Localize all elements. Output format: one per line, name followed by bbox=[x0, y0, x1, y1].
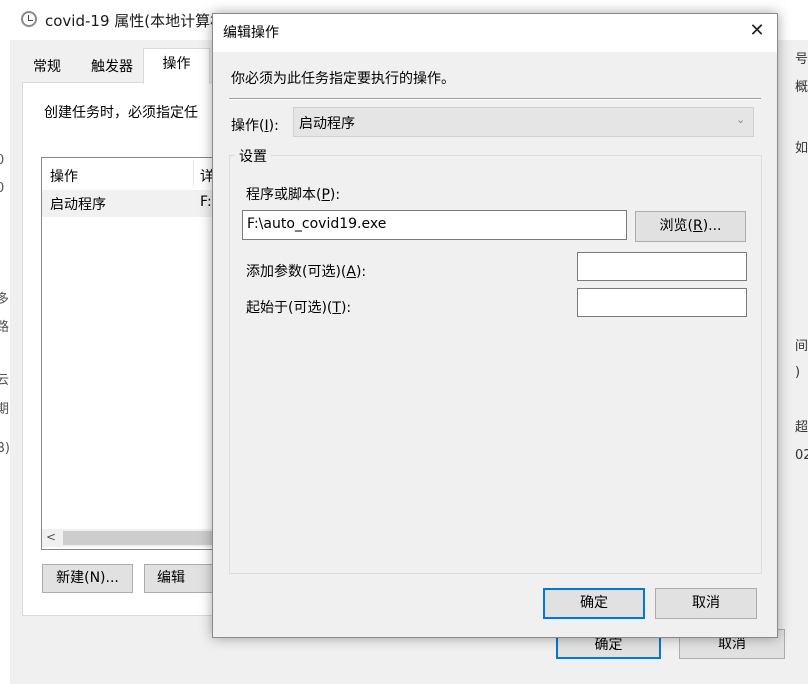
label-text: ): bbox=[355, 264, 367, 280]
row-action-cell: 启动程序 bbox=[50, 197, 106, 213]
settings-group-label: 设置 bbox=[235, 146, 271, 166]
start-in-input[interactable] bbox=[577, 288, 747, 317]
button-text: 浏览( bbox=[659, 218, 693, 234]
label-text: 添加参数(可选)( bbox=[246, 264, 347, 280]
fragment-text: 02 bbox=[795, 448, 808, 463]
access-key: R bbox=[692, 218, 703, 234]
label-text: ): bbox=[340, 300, 352, 316]
button-text: )... bbox=[702, 218, 722, 234]
browse-button[interactable]: 浏览(R)... bbox=[635, 211, 746, 242]
fragment-text: 多 bbox=[0, 292, 10, 307]
dialog-instruction: 你必须为此任务指定要执行的操作。 bbox=[231, 71, 455, 87]
left-edge-window-fragment: 0 0 多 路 云 期 B) bbox=[0, 0, 10, 684]
program-label: 程序或脚本(P): bbox=[246, 184, 340, 204]
dialog-title: 编辑操作 bbox=[223, 25, 279, 41]
label-text: 程序或脚本( bbox=[246, 187, 322, 203]
scroll-left-icon[interactable]: < bbox=[46, 530, 56, 544]
right-edge-window-fragment: 号 概 如 间 ) 超 02 bbox=[795, 40, 808, 684]
fragment-text: 云 bbox=[0, 373, 10, 388]
label-text: 起始于(可选)( bbox=[246, 300, 333, 316]
label-text: ): bbox=[329, 187, 341, 203]
program-input-value[interactable]: F:\auto_covid19.exe bbox=[247, 216, 386, 232]
access-key: P bbox=[321, 187, 330, 203]
fragment-text: 超 bbox=[795, 420, 808, 435]
close-icon[interactable]: ✕ bbox=[748, 20, 766, 42]
fragment-text: 0 bbox=[0, 153, 5, 168]
ok-button[interactable]: 确定 bbox=[543, 588, 645, 619]
fragment-text: 概 bbox=[795, 80, 808, 95]
cancel-button[interactable]: 取消 bbox=[655, 588, 757, 619]
column-header-action[interactable]: 操作 bbox=[50, 166, 78, 186]
tab-general[interactable]: 常规 bbox=[22, 52, 72, 82]
fragment-text: B) bbox=[0, 441, 10, 456]
fragment-text: 间 bbox=[795, 339, 808, 354]
fragment-text: 0 bbox=[0, 181, 5, 196]
chevron-down-icon[interactable]: ⌄ bbox=[736, 113, 745, 126]
edit-action-button[interactable]: 编辑(E)... bbox=[144, 564, 214, 593]
background-window-title: covid-19 属性(本地计算机 bbox=[45, 12, 226, 30]
dialog-title-bar[interactable] bbox=[213, 14, 777, 52]
action-type-label: 操作(I): bbox=[231, 115, 279, 135]
label-text: ): bbox=[268, 118, 279, 134]
arguments-label: 添加参数(可选)(A): bbox=[246, 261, 366, 281]
tab-actions[interactable]: 操作 bbox=[143, 48, 210, 84]
label-text: 操作( bbox=[231, 118, 265, 134]
scrollbar-thumb[interactable] bbox=[63, 531, 216, 545]
access-key: T bbox=[332, 300, 341, 316]
row-details-cell: F: bbox=[200, 194, 212, 210]
access-key: A bbox=[346, 264, 356, 280]
fragment-text: 路 bbox=[0, 320, 10, 335]
start-in-label: 起始于(可选)(T): bbox=[246, 297, 351, 317]
fragment-text: 期 bbox=[0, 402, 10, 417]
column-separator bbox=[193, 160, 194, 186]
action-type-value: 启动程序 bbox=[299, 116, 355, 132]
new-action-button[interactable]: 新建(N)... bbox=[42, 564, 133, 593]
fragment-text: 号 bbox=[795, 52, 808, 67]
tab-triggers[interactable]: 触发器 bbox=[82, 52, 142, 82]
fragment-text: 如 bbox=[795, 141, 808, 156]
divider-highlight bbox=[229, 99, 761, 100]
fragment-text: ) bbox=[795, 365, 801, 380]
clock-icon bbox=[21, 11, 37, 27]
background-description: 创建任务时，必须指定任 bbox=[44, 105, 198, 121]
action-type-select[interactable] bbox=[293, 107, 754, 137]
arguments-input[interactable] bbox=[577, 252, 747, 281]
